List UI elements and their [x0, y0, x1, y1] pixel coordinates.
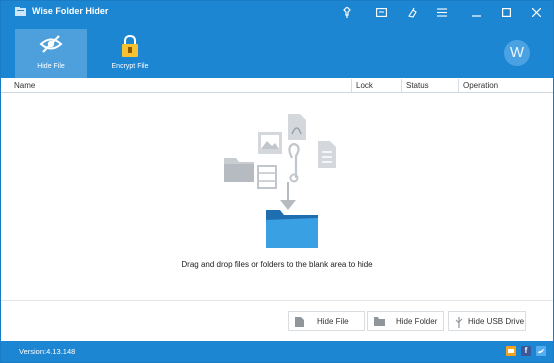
- film-icon: [257, 165, 277, 189]
- twitter-icon[interactable]: [536, 346, 546, 356]
- maximize-icon: [501, 7, 511, 17]
- facebook-icon[interactable]: f: [521, 346, 531, 356]
- pdf-icon: [288, 114, 306, 140]
- folder-icon: [224, 158, 254, 182]
- feedback-icon[interactable]: [506, 346, 516, 356]
- drop-illustration: [224, 114, 336, 248]
- column-status[interactable]: Status: [401, 79, 458, 93]
- column-lock[interactable]: Lock: [351, 79, 401, 93]
- hide-file-button[interactable]: Hide File: [288, 311, 365, 331]
- file-list-header: Name Lock Status Operation: [1, 79, 553, 93]
- version-label: Version:4.13.148: [19, 347, 76, 356]
- hide-usb-drive-button-label: Hide USB Drive: [468, 317, 525, 326]
- skin-icon[interactable]: [401, 3, 423, 21]
- hide-file-button-label: Hide File: [317, 317, 349, 326]
- main-window: Wise Folder Hider Hide File Encrypt File…: [0, 0, 554, 363]
- title-bar: Wise Folder Hider: [1, 1, 553, 23]
- minimize-button[interactable]: [465, 3, 487, 21]
- arrow-down-icon: [280, 182, 296, 210]
- column-operation[interactable]: Operation: [458, 79, 553, 93]
- minimize-icon: [471, 14, 481, 17]
- lock-icon: [94, 34, 166, 58]
- app-logo-icon: [15, 7, 26, 16]
- image-icon: [258, 132, 282, 154]
- app-title: Wise Folder Hider: [32, 6, 109, 16]
- hide-usb-drive-button[interactable]: Hide USB Drive: [448, 311, 526, 331]
- hide-folder-button-label: Hide Folder: [396, 317, 438, 326]
- action-bar: Hide File Hide Folder Hide USB Drive: [1, 300, 553, 336]
- maximize-button[interactable]: [495, 3, 517, 21]
- folder-icon: [374, 317, 385, 326]
- tab-hide-file[interactable]: Hide File: [15, 29, 87, 78]
- close-button[interactable]: [525, 3, 547, 21]
- drop-hint: Drag and drop files or folders to the bl…: [181, 260, 373, 269]
- status-bar: Version:4.13.148 f: [1, 341, 553, 362]
- music-icon: [288, 142, 300, 183]
- document-icon: [318, 141, 336, 168]
- tab-encrypt-file[interactable]: Encrypt File: [94, 29, 166, 77]
- menu-icon[interactable]: [431, 3, 453, 21]
- message-icon[interactable]: [370, 3, 392, 21]
- tab-encrypt-file-label: Encrypt File: [111, 63, 149, 70]
- column-name[interactable]: Name: [10, 79, 350, 93]
- file-icon: [295, 317, 304, 327]
- hide-folder-button[interactable]: Hide Folder: [367, 311, 444, 331]
- user-avatar[interactable]: W: [504, 40, 530, 66]
- pin-icon[interactable]: [336, 3, 358, 21]
- close-icon: [531, 7, 541, 17]
- toolbar: Hide File Encrypt File W: [1, 23, 553, 78]
- blue-folder-icon: [266, 210, 318, 248]
- hidden-eye-icon: [15, 34, 87, 58]
- tab-hide-file-label: Hide File: [37, 63, 65, 70]
- drop-area[interactable]: Drag and drop files or folders to the bl…: [1, 94, 553, 294]
- usb-icon: [455, 317, 463, 328]
